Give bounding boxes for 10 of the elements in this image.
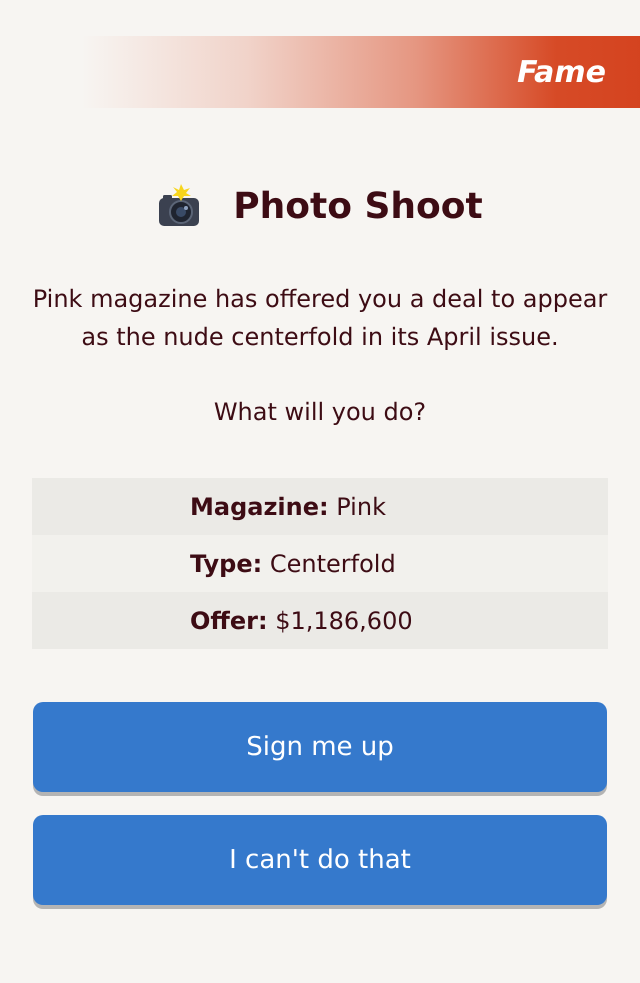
- detail-row: Type: Centerfold: [32, 535, 608, 592]
- event-question: What will you do?: [214, 398, 426, 426]
- banner-label: Fame: [517, 54, 606, 90]
- event-title: Photo Shoot: [233, 186, 483, 226]
- choice-button[interactable]: Sign me up: [33, 702, 607, 792]
- detail-row: Offer: $1,186,600: [32, 592, 608, 649]
- event-message: Pink magazine has offered you a deal to appear as the nude centerfold in its April issue.: [32, 284, 608, 353]
- choice-button[interactable]: I can't do that: [33, 815, 607, 905]
- camera-flash-icon: [157, 184, 202, 228]
- detail-row: Magazine: Pink: [32, 478, 608, 535]
